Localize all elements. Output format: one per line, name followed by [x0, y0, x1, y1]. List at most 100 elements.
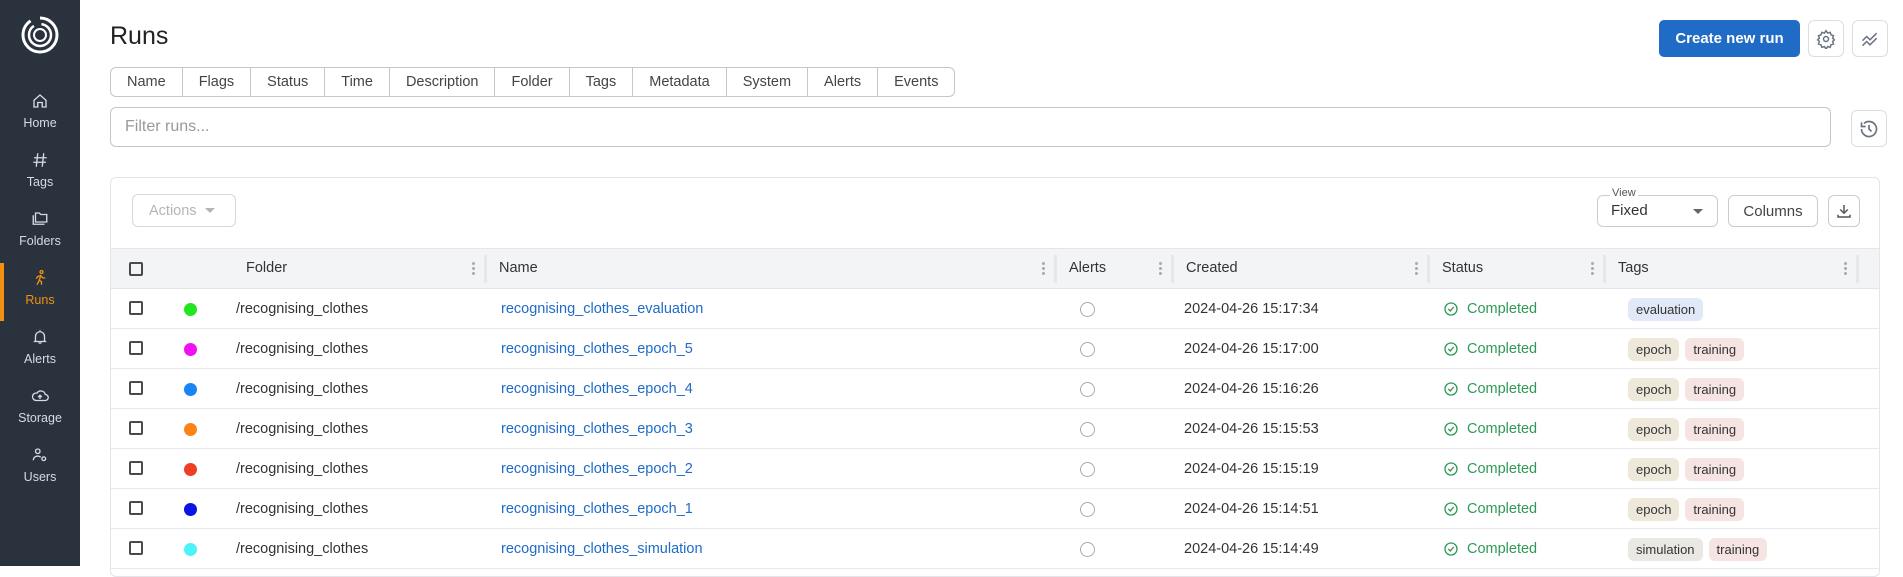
column-header-folder[interactable]: Folder — [234, 249, 487, 288]
sidebar-item-runs[interactable]: Runs — [0, 263, 80, 321]
run-name-link[interactable]: recognising_clothes_epoch_1 — [501, 489, 693, 529]
table-row[interactable]: /recognising_clothes recognising_clothes… — [111, 409, 1879, 449]
tab-system[interactable]: System — [727, 68, 809, 96]
tag-badge[interactable]: epoch — [1628, 337, 1680, 361]
tab-flags[interactable]: Flags — [183, 68, 252, 96]
tab-folder[interactable]: Folder — [495, 68, 570, 96]
tag-badge[interactable]: epoch — [1628, 417, 1680, 441]
tag-badge[interactable]: training — [1685, 497, 1745, 521]
tab-status[interactable]: Status — [251, 68, 326, 96]
tab-alerts[interactable]: Alerts — [808, 68, 879, 96]
tag-badge[interactable]: training — [1685, 417, 1745, 441]
filter-runs-input[interactable] — [110, 107, 1831, 147]
status-cell: Completed — [1443, 449, 1537, 489]
folder-cell[interactable]: /recognising_clothes — [236, 409, 368, 449]
column-menu-icon[interactable] — [1591, 262, 1594, 277]
run-name-link[interactable]: recognising_clothes_simulation — [501, 529, 703, 569]
tag-badge[interactable]: epoch — [1628, 457, 1680, 481]
table-row[interactable]: /recognising_clothes recognising_clothes… — [111, 529, 1879, 569]
table-row[interactable]: /recognising_clothes recognising_clothes… — [111, 449, 1879, 489]
create-new-run-button[interactable]: Create new run — [1659, 20, 1800, 57]
sidebar-item-users[interactable]: Users — [0, 442, 80, 498]
tab-description[interactable]: Description — [390, 68, 496, 96]
columns-button[interactable]: Columns — [1728, 195, 1818, 227]
tag-badge[interactable]: simulation — [1628, 537, 1703, 561]
tab-tags[interactable]: Tags — [570, 68, 634, 96]
folder-cell[interactable]: /recognising_clothes — [236, 329, 368, 369]
folder-cell[interactable]: /recognising_clothes — [236, 529, 368, 569]
folder-cell[interactable]: /recognising_clothes — [236, 369, 368, 409]
run-color-dot[interactable] — [184, 343, 197, 356]
run-color-dot[interactable] — [184, 503, 197, 516]
status-label: Completed — [1467, 301, 1538, 317]
tab-name[interactable]: Name — [111, 68, 183, 96]
folder-cell[interactable]: /recognising_clothes — [236, 289, 368, 329]
actions-dropdown[interactable]: Actions — [132, 194, 236, 227]
column-header-created[interactable]: Created — [1174, 249, 1430, 288]
tag-badge[interactable]: epoch — [1628, 377, 1680, 401]
column-header-tags[interactable]: Tags — [1606, 249, 1859, 288]
tag-badge[interactable]: evaluation — [1628, 297, 1704, 321]
select-all-checkbox[interactable] — [129, 262, 143, 276]
run-color-dot[interactable] — [184, 543, 197, 556]
column-menu-icon[interactable] — [1042, 262, 1045, 277]
row-checkbox[interactable] — [129, 501, 143, 515]
logo-icon[interactable] — [20, 15, 60, 55]
folder-cell[interactable]: /recognising_clothes — [236, 489, 368, 529]
chart-line-icon — [1861, 32, 1878, 46]
run-color-dot[interactable] — [184, 463, 197, 476]
column-menu-icon[interactable] — [472, 262, 475, 277]
run-name-link[interactable]: recognising_clothes_epoch_2 — [501, 449, 693, 489]
view-legend: View — [1610, 187, 1638, 199]
column-header-alerts[interactable]: Alerts — [1057, 249, 1174, 288]
runs-table-panel: Actions View Fixed Columns Folder Name Ale… — [110, 177, 1880, 577]
table-row[interactable]: /recognising_clothes recognising_clothes… — [111, 289, 1879, 329]
tag-badge[interactable]: training — [1685, 457, 1745, 481]
table-row[interactable]: /recognising_clothes recognising_clothes… — [111, 329, 1879, 369]
tag-badge[interactable]: training — [1685, 377, 1745, 401]
row-checkbox[interactable] — [129, 541, 143, 555]
row-checkbox[interactable] — [129, 301, 143, 315]
row-checkbox[interactable] — [129, 341, 143, 355]
column-resize-handle[interactable] — [1856, 255, 1859, 283]
download-button[interactable] — [1828, 195, 1860, 227]
run-name-link[interactable]: recognising_clothes_evaluation — [501, 289, 703, 329]
column-header-name[interactable]: Name — [487, 249, 1057, 288]
run-name-link[interactable]: recognising_clothes_epoch_5 — [501, 329, 693, 369]
settings-button[interactable] — [1808, 20, 1844, 57]
table-row[interactable]: /recognising_clothes recognising_clothes… — [111, 369, 1879, 409]
run-name-link[interactable]: recognising_clothes_epoch_4 — [501, 369, 693, 409]
tag-badge[interactable]: training — [1708, 537, 1768, 561]
tab-time[interactable]: Time — [325, 68, 390, 96]
row-checkbox[interactable] — [129, 421, 143, 435]
sidebar-item-alerts[interactable]: Alerts — [0, 324, 80, 380]
column-menu-icon[interactable] — [1159, 262, 1162, 277]
bell-icon — [0, 328, 80, 350]
tag-badge[interactable]: epoch — [1628, 497, 1680, 521]
tab-metadata[interactable]: Metadata — [633, 68, 727, 96]
sidebar-item-storage[interactable]: Storage — [0, 383, 80, 439]
tag-badge[interactable]: training — [1685, 337, 1745, 361]
users-gear-icon — [0, 446, 80, 468]
check-circle-icon — [1443, 461, 1459, 477]
run-color-dot[interactable] — [184, 383, 197, 396]
column-menu-icon[interactable] — [1844, 262, 1847, 277]
sidebar-item-home[interactable]: Home — [0, 88, 80, 144]
row-checkbox[interactable] — [129, 461, 143, 475]
view-select[interactable]: View Fixed — [1597, 187, 1718, 227]
column-header-status[interactable]: Status — [1430, 249, 1606, 288]
tab-events[interactable]: Events — [878, 68, 954, 96]
column-header-label: Created — [1186, 260, 1238, 276]
sidebar-item-folders[interactable]: Folders — [0, 206, 80, 262]
compare-runs-button[interactable] — [1852, 20, 1888, 57]
tags-cell: evaluation — [1628, 289, 1704, 329]
column-menu-icon[interactable] — [1415, 262, 1418, 277]
folder-cell[interactable]: /recognising_clothes — [236, 449, 368, 489]
sidebar-item-tags[interactable]: Tags — [0, 147, 80, 203]
run-color-dot[interactable] — [184, 303, 197, 316]
run-name-link[interactable]: recognising_clothes_epoch_3 — [501, 409, 693, 449]
row-checkbox[interactable] — [129, 381, 143, 395]
filter-history-button[interactable] — [1851, 110, 1887, 147]
table-row[interactable]: /recognising_clothes recognising_clothes… — [111, 489, 1879, 529]
run-color-dot[interactable] — [184, 423, 197, 436]
